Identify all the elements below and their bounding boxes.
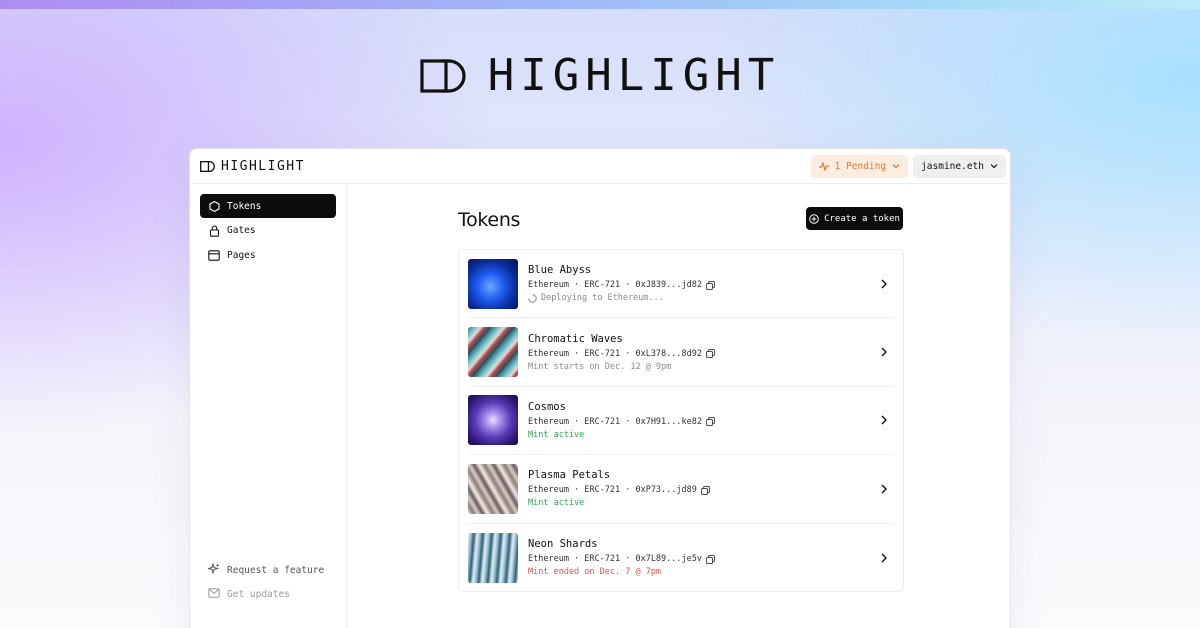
request-feature-link[interactable]: Request a feature	[200, 558, 337, 582]
token-thumbnail	[468, 463, 518, 514]
copy-icon[interactable]	[701, 486, 710, 495]
sidebar-item-label: Tokens	[227, 200, 262, 212]
token-meta-text: Ethereum · ERC-721 · 0xL378...8d92	[528, 348, 702, 359]
activity-icon	[818, 161, 829, 171]
sidebar: Tokens Gates Pages Request a feature Get…	[190, 184, 347, 628]
token-list: Blue Abyss Ethereum · ERC-721 · 0xJ839..…	[458, 249, 904, 592]
create-token-label: Create a token	[824, 213, 900, 224]
token-row[interactable]: Chromatic Waves Ethereum · ERC-721 · 0xL…	[468, 318, 894, 387]
token-status-text: Deploying to Ethereum...	[541, 293, 664, 304]
copy-icon[interactable]	[706, 280, 715, 290]
request-feature-label: Request a feature	[227, 564, 325, 576]
token-name: Cosmos	[528, 400, 566, 413]
sidebar-item-pages[interactable]: Pages	[200, 243, 336, 267]
token-meta: Ethereum · ERC-721 · 0xL378...8d92	[528, 349, 715, 359]
token-status: Deploying to Ethereum...	[528, 293, 715, 303]
token-meta-text: Ethereum · ERC-721 · 0xJ839...jd82	[528, 280, 702, 291]
create-token-button[interactable]: Create a token	[806, 207, 903, 230]
token-thumbnail	[468, 395, 518, 446]
token-name: Blue Abyss	[528, 264, 592, 277]
token-row[interactable]: Neon Shards Ethereum · ERC-721 · 0x7L89.…	[468, 524, 894, 592]
token-meta-text: Ethereum · ERC-721 · 0x7H91...ke82	[528, 416, 702, 427]
token-name: Chromatic Waves	[528, 332, 623, 345]
token-status-text: Mint active	[528, 498, 585, 509]
app-brand-name: HIGHLIGHT	[221, 158, 305, 174]
token-meta: Ethereum · ERC-721 · 0x7H91...ke82	[528, 417, 715, 427]
token-meta-text: Ethereum · ERC-721 · 0x7L89...je5v	[528, 554, 702, 565]
token-status: Mint active	[528, 430, 715, 440]
token-status-text: Mint ended on Dec. 7 @ 7pm	[528, 567, 662, 578]
token-status-text: Mint starts on Dec. 12 @ 9pm	[528, 361, 672, 372]
app-logo[interactable]: HIGHLIGHT	[200, 159, 305, 174]
copy-icon[interactable]	[706, 417, 715, 427]
token-thumbnail	[468, 258, 518, 309]
token-status-text: Mint active	[528, 429, 585, 440]
copy-icon[interactable]	[706, 349, 715, 358]
token-meta-text: Ethereum · ERC-721 · 0xP73...jd89	[528, 485, 697, 496]
token-thumbnail	[468, 532, 518, 583]
pending-label: 1 Pending	[834, 160, 887, 172]
spinner-icon	[528, 293, 537, 303]
token-row[interactable]: Plasma Petals Ethereum · ERC-721 · 0xP73…	[468, 455, 894, 524]
token-status: Mint starts on Dec. 12 @ 9pm	[528, 362, 715, 372]
main-content: Tokens Create a token Blue Abyss Ethereu…	[347, 184, 1010, 628]
token-meta: Ethereum · ERC-721 · 0xJ839...jd82	[528, 280, 715, 290]
browser-icon	[208, 249, 220, 261]
pending-button[interactable]: 1 Pending	[810, 154, 909, 178]
sidebar-item-label: Pages	[227, 249, 256, 261]
token-meta: Ethereum · ERC-721 · 0x7L89...je5v	[528, 554, 715, 564]
chevron-right-icon	[881, 415, 887, 425]
app-header: HIGHLIGHT 1 Pending jasmine.eth	[190, 149, 1010, 184]
sidebar-item-tokens[interactable]: Tokens	[200, 194, 336, 218]
sparkle-icon	[206, 561, 220, 578]
hero-brand-name: HIGHLIGHT	[487, 50, 781, 101]
highlight-logo-icon	[200, 160, 215, 172]
chevron-down-icon	[990, 164, 998, 169]
chevron-right-icon	[881, 484, 887, 494]
app-window: HIGHLIGHT 1 Pending jasmine.eth Tokens G…	[189, 148, 1011, 628]
token-name: Neon Shards	[528, 538, 598, 551]
account-label: jasmine.eth	[921, 160, 984, 172]
token-thumbnail	[468, 327, 518, 378]
token-status: Mint active	[528, 498, 710, 508]
token-row[interactable]: Cosmos Ethereum · ERC-721 · 0x7H91...ke8…	[468, 387, 894, 456]
sidebar-item-label: Gates	[227, 225, 256, 236]
page-title: Tokens	[458, 209, 521, 231]
copy-icon[interactable]	[706, 554, 715, 564]
chevron-right-icon	[881, 553, 887, 563]
top-gradient-bar	[0, 0, 1200, 9]
token-row[interactable]: Blue Abyss Ethereum · ERC-721 · 0xJ839..…	[468, 250, 894, 319]
token-meta: Ethereum · ERC-721 · 0xP73...jd89	[528, 485, 710, 495]
sidebar-item-gates[interactable]: Gates	[200, 219, 336, 243]
highlight-logo-icon	[420, 59, 466, 93]
hero-logo: HIGHLIGHT	[0, 50, 1200, 101]
chevron-right-icon	[881, 347, 887, 357]
get-updates-label: Get updates	[227, 588, 290, 600]
plus-circle-icon	[809, 213, 819, 224]
account-button[interactable]: jasmine.eth	[913, 154, 1006, 178]
chevron-right-icon	[881, 279, 887, 289]
token-status: Mint ended on Dec. 7 @ 7pm	[528, 567, 715, 577]
mail-icon	[208, 587, 220, 601]
get-updates-link[interactable]: Get updates	[200, 582, 337, 606]
lock-icon	[208, 225, 220, 237]
token-name: Plasma Petals	[528, 469, 611, 482]
chevron-down-icon	[892, 164, 900, 169]
hexagon-icon	[208, 200, 220, 212]
